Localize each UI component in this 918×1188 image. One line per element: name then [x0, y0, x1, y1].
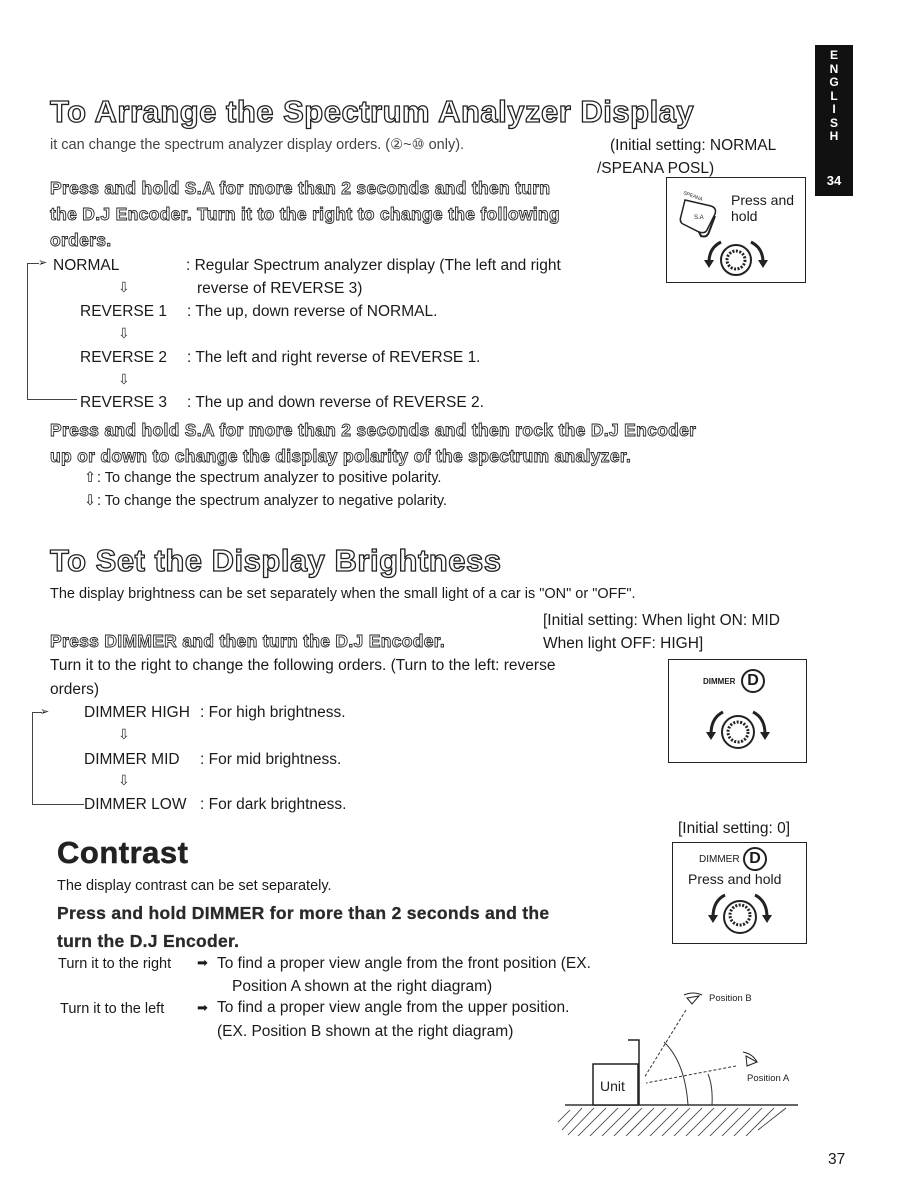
polarity-negative: : To change the spectrum analyzer to neg… [97, 493, 448, 509]
eye-icon-b [683, 992, 703, 1005]
dimmer-button-icon: D [743, 847, 767, 871]
sightline-a [645, 1065, 737, 1084]
turn-left-label: Turn it to the left [60, 1001, 165, 1017]
flow-arrow-icon: ➢ [38, 257, 48, 269]
section3-instruction: turn the D.J Encoder. [57, 931, 240, 951]
dimmer-label: DIMMER [703, 677, 736, 686]
polarity-up-icon: ⇧ [84, 470, 97, 486]
order-name: REVERSE 3 [80, 394, 168, 411]
angle-arc-b [663, 1041, 689, 1106]
section1-instruction: orders. [50, 230, 112, 251]
tab-letter: I [832, 102, 836, 116]
section1-intro: it can change the spectrum analyzer disp… [50, 137, 465, 153]
turn-right-text: To find a proper view angle from the fro… [217, 955, 591, 972]
sightline-b [643, 1009, 687, 1079]
flow-loop-line [27, 263, 28, 399]
section1-initial-setting-2: /SPEANA POSL) [597, 160, 715, 177]
tab-letter: L [830, 88, 838, 103]
down-arrow-icon: ⇩ [118, 279, 130, 295]
down-arrow-icon: ⇩ [118, 772, 130, 788]
section2-turn-text: Turn it to the right to change the follo… [50, 657, 556, 674]
dimmer-order-name: DIMMER HIGH [84, 704, 190, 721]
flow-loop-line [27, 399, 77, 400]
dimmer-order-name: DIMMER MID [84, 751, 180, 768]
dimmer-order-desc: : For mid brightness. [200, 751, 342, 768]
position-b-label: Position B [709, 993, 752, 1004]
section2-intro: The display brightness can be set separa… [50, 586, 636, 602]
turn-right-arrow-icon: ➡ [197, 955, 208, 970]
turn-right-text-2: Position A shown at the right diagram) [232, 978, 493, 995]
section3-instruction: Press and hold DIMMER for more than 2 se… [57, 903, 550, 923]
position-a-label: Position A [747, 1073, 790, 1084]
tab-letter: E [829, 48, 838, 62]
language-tab: E N G L I S H [815, 45, 853, 174]
figure-caption: Press and hold [688, 871, 782, 887]
svg-text:S.A: S.A [694, 215, 704, 221]
section-title-spectrum: To Arrange the Spectrum Analyzer Display [49, 93, 695, 129]
dj-encoder-icon [704, 240, 768, 276]
dimmer-button-icon: D [741, 669, 765, 693]
polarity-instruction: up or down to change the display polarit… [50, 446, 632, 467]
order-desc: : The up and down reverse of REVERSE 2. [187, 394, 484, 411]
turn-left-text: To find a proper view angle from the upp… [217, 999, 570, 1016]
section1-instruction: the D.J Encoder. Turn it to the right to… [50, 204, 561, 225]
section3-initial-setting: [Initial setting: 0] [678, 820, 791, 837]
section3-intro: The display contrast can be set separate… [57, 878, 332, 894]
dj-encoder-icon [706, 710, 770, 749]
angle-arc-a [707, 1073, 713, 1106]
order-desc: : Regular Spectrum analyzer display (The… [186, 257, 561, 274]
section2-initial-setting: [Initial setting: When light ON: MID [543, 612, 780, 629]
section-title-brightness: To Set the Display Brightness [49, 542, 502, 578]
order-desc: : The left and right reverse of REVERSE … [187, 349, 481, 366]
turn-left-arrow-icon: ➡ [197, 1000, 208, 1015]
section1-instruction: Press and hold S.A for more than 2 secon… [50, 178, 551, 199]
order-desc: reverse of REVERSE 3) [197, 280, 363, 297]
dimmer-label: DIMMER [699, 854, 740, 865]
page-number: 37 [828, 1151, 846, 1168]
ground-hatch [557, 1104, 798, 1137]
flow-arrow-icon: ➢ [40, 706, 50, 718]
section1-initial-setting: (Initial setting: NORMAL [610, 137, 777, 154]
eye-icon-a [742, 1051, 759, 1067]
down-arrow-icon: ⇩ [118, 371, 130, 387]
order-name: REVERSE 2 [80, 349, 168, 366]
turn-left-text-2: (EX. Position B shown at the right diagr… [217, 1023, 514, 1040]
dimmer-order-desc: : For high brightness. [200, 704, 346, 721]
section2-instruction: Press DIMMER and then turn the D.J Encod… [50, 631, 446, 652]
down-arrow-icon: ⇩ [118, 726, 130, 742]
order-name: REVERSE 1 [80, 303, 168, 320]
dimmer-order-name: DIMMER LOW [84, 796, 187, 813]
order-name: NORMAL [53, 257, 120, 274]
down-arrow-icon: ⇩ [118, 325, 130, 341]
section2-turn-text: orders) [50, 681, 100, 698]
section-number-tab: 34 [815, 168, 853, 196]
tab-letter: G [829, 75, 839, 89]
dj-encoder-icon [708, 893, 772, 934]
section-title-contrast: Contrast [57, 835, 189, 871]
flow-loop-line [32, 712, 33, 804]
tab-letter: S [829, 115, 838, 130]
polarity-positive: : To change the spectrum analyzer to pos… [97, 470, 442, 486]
flow-loop-line [32, 804, 84, 805]
dimmer-order-desc: : For dark brightness. [200, 796, 347, 813]
dimmer-button-figure: DIMMER D [668, 659, 807, 763]
polarity-instruction: Press and hold S.A for more than 2 secon… [50, 420, 697, 441]
dimmer-hold-figure: DIMMER D Press and hold [672, 842, 807, 944]
tab-letter: N [829, 61, 839, 76]
order-desc: : The up, down reverse of NORMAL. [187, 303, 438, 320]
sa-button-figure: SPEANA S.A Press and hold [666, 177, 806, 283]
section2-initial-setting-2: When light OFF: HIGH] [543, 635, 704, 652]
unit-label: Unit [600, 1078, 625, 1094]
polarity-down-icon: ⇩ [84, 493, 97, 509]
figure-caption: Press and [731, 192, 795, 208]
figure-caption: hold [731, 208, 758, 224]
view-angle-diagram: Unit Position B Position A [557, 992, 798, 1137]
tab-letter: H [829, 129, 839, 143]
turn-right-label: Turn it to the right [58, 956, 172, 972]
